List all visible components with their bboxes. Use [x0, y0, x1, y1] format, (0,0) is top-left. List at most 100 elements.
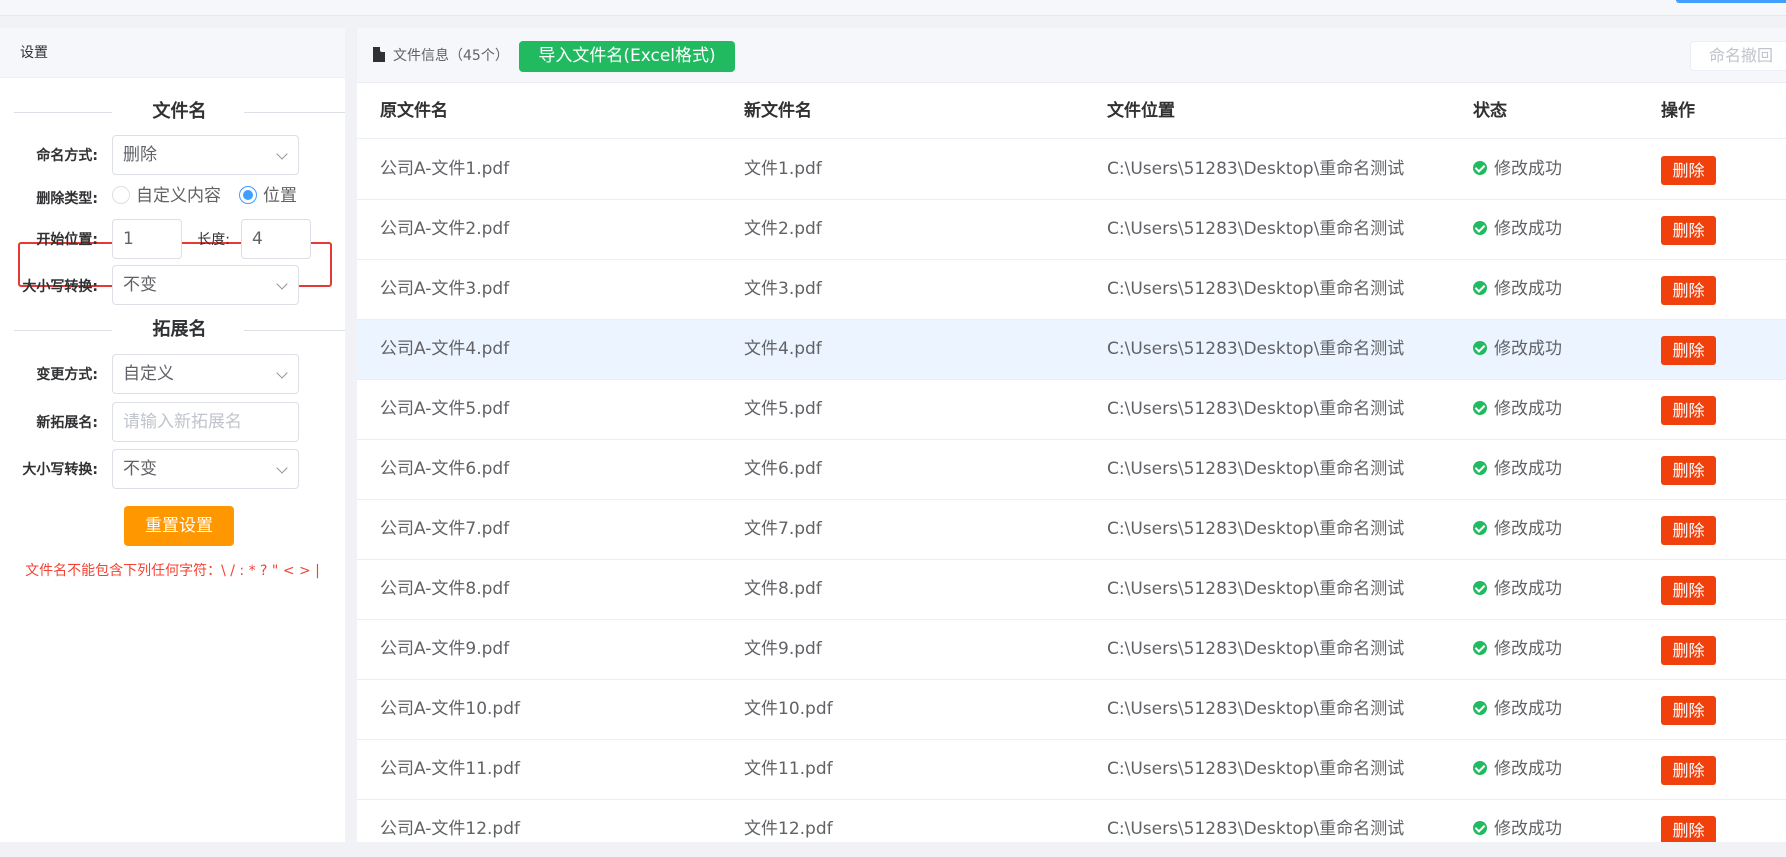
check-circle-icon — [1473, 461, 1487, 475]
check-circle-icon — [1473, 701, 1487, 715]
original-name-cell: 公司A-文件12.pdf — [380, 819, 520, 839]
radio-circle-icon — [112, 186, 130, 204]
table-row[interactable]: 公司A-文件1.pdf 文件1.pdf C:\Users\51283\Desktop… — [357, 140, 1786, 200]
new-ext-input[interactable]: 请输入新拓展名 — [112, 402, 299, 442]
status-text: 修改成功 — [1494, 159, 1562, 179]
location-cell: C:\Users\51283\Desktop\重命名测试 — [1107, 459, 1405, 479]
status-cell: 修改成功 — [1473, 620, 1562, 679]
table-row[interactable]: 公司A-文件4.pdf 文件4.pdf C:\Users\51283\Desktop… — [357, 320, 1786, 380]
new-name-cell: 文件11.pdf — [744, 759, 833, 779]
location-cell: C:\Users\51283\Desktop\重命名测试 — [1107, 279, 1405, 299]
start-position-input[interactable]: 1 — [112, 219, 182, 259]
original-name-cell: 公司A-文件9.pdf — [380, 639, 510, 659]
status-cell: 修改成功 — [1473, 800, 1562, 842]
col-status[interactable]: 状态 — [1473, 83, 1507, 139]
delete-button[interactable]: 删除 — [1661, 696, 1716, 725]
col-action[interactable]: 操作 — [1661, 83, 1695, 139]
status-cell: 修改成功 — [1473, 500, 1562, 559]
delete-button[interactable]: 删除 — [1661, 636, 1716, 665]
check-circle-icon — [1473, 281, 1487, 295]
location-cell: C:\Users\51283\Desktop\重命名测试 — [1107, 339, 1405, 359]
table-row[interactable]: 公司A-文件6.pdf 文件6.pdf C:\Users\51283\Desktop… — [357, 440, 1786, 500]
delete-button[interactable]: 删除 — [1661, 516, 1716, 545]
original-name-cell: 公司A-文件3.pdf — [380, 279, 510, 299]
naming-mode-select[interactable]: 删除 — [112, 135, 299, 175]
length-input[interactable]: 4 — [241, 219, 311, 259]
table-row[interactable]: 公司A-文件10.pdf 文件10.pdf C:\Users\51283\Deskt… — [357, 680, 1786, 740]
table-row[interactable]: 公司A-文件9.pdf 文件9.pdf C:\Users\51283\Desktop… — [357, 620, 1786, 680]
new-name-cell: 文件3.pdf — [744, 279, 822, 299]
change-mode-select[interactable]: 自定义 — [112, 354, 299, 394]
document-icon — [373, 47, 385, 62]
status-cell: 修改成功 — [1473, 440, 1562, 499]
table-row[interactable]: 公司A-文件3.pdf 文件3.pdf C:\Users\51283\Desktop… — [357, 260, 1786, 320]
import-excel-button[interactable]: 导入文件名(Excel格式) — [519, 41, 735, 72]
original-name-cell: 公司A-文件4.pdf — [380, 339, 510, 359]
status-text: 修改成功 — [1494, 279, 1562, 299]
case-value: 不变 — [123, 275, 157, 295]
col-location[interactable]: 文件位置 — [1107, 83, 1175, 139]
table-row[interactable]: 公司A-文件7.pdf 文件7.pdf C:\Users\51283\Desktop… — [357, 500, 1786, 560]
radio-custom-content[interactable]: 自定义内容 — [112, 186, 221, 206]
radio-label: 自定义内容 — [136, 186, 221, 206]
ext-section-label: 拓展名 — [152, 319, 207, 340]
reset-button[interactable]: 重置设置 — [124, 506, 234, 546]
status-cell: 修改成功 — [1473, 140, 1562, 199]
new-name-cell: 文件9.pdf — [744, 639, 822, 659]
delete-button[interactable]: 删除 — [1661, 156, 1716, 185]
naming-mode-value: 删除 — [123, 145, 157, 165]
undo-rename-button[interactable]: 命名撤回 — [1690, 41, 1786, 71]
table-row[interactable]: 公司A-文件2.pdf 文件2.pdf C:\Users\51283\Desktop… — [357, 200, 1786, 260]
delete-button[interactable]: 删除 — [1661, 756, 1716, 785]
naming-mode-label: 命名方式: — [36, 148, 98, 164]
status-cell: 修改成功 — [1473, 740, 1562, 799]
check-circle-icon — [1473, 581, 1487, 595]
new-name-cell: 文件5.pdf — [744, 399, 822, 419]
file-panel-header: 文件信息（45个） 导入文件名(Excel格式) 命名撤回 — [357, 28, 1786, 83]
status-text: 修改成功 — [1494, 339, 1562, 359]
status-text: 修改成功 — [1494, 699, 1562, 719]
delete-button[interactable]: 删除 — [1661, 396, 1716, 425]
delete-button[interactable]: 删除 — [1661, 816, 1716, 842]
case-label: 大小写转换: — [22, 279, 98, 295]
case-select[interactable]: 不变 — [112, 265, 299, 305]
status-text: 修改成功 — [1494, 579, 1562, 599]
change-mode-label: 变更方式: — [36, 367, 98, 383]
original-name-cell: 公司A-文件6.pdf — [380, 459, 510, 479]
col-new-name[interactable]: 新文件名 — [744, 83, 812, 139]
radio-checked-icon — [239, 186, 257, 204]
col-original-name[interactable]: 原文件名 — [380, 83, 448, 139]
table-row[interactable]: 公司A-文件8.pdf 文件8.pdf C:\Users\51283\Desktop… — [357, 560, 1786, 620]
check-circle-icon — [1473, 401, 1487, 415]
ext-case-select[interactable]: 不变 — [112, 449, 299, 489]
settings-title: 设置 — [0, 28, 345, 78]
location-cell: C:\Users\51283\Desktop\重命名测试 — [1107, 399, 1405, 419]
radio-label: 位置 — [263, 186, 297, 206]
file-info-label: 文件信息（45个） — [393, 48, 509, 64]
table-row[interactable]: 公司A-文件5.pdf 文件5.pdf C:\Users\51283\Desktop… — [357, 380, 1786, 440]
original-name-cell: 公司A-文件5.pdf — [380, 399, 510, 419]
new-ext-label: 新拓展名: — [36, 415, 98, 431]
location-cell: C:\Users\51283\Desktop\重命名测试 — [1107, 819, 1405, 839]
delete-button[interactable]: 删除 — [1661, 456, 1716, 485]
location-cell: C:\Users\51283\Desktop\重命名测试 — [1107, 759, 1405, 779]
delete-button[interactable]: 删除 — [1661, 576, 1716, 605]
new-name-cell: 文件2.pdf — [744, 219, 822, 239]
new-name-cell: 文件10.pdf — [744, 699, 833, 719]
radio-position[interactable]: 位置 — [239, 186, 297, 206]
ext-case-value: 不变 — [123, 459, 157, 479]
new-name-cell: 文件8.pdf — [744, 579, 822, 599]
filename-warning: 文件名不能包含下列任何字符：\ / : * ? " < > | — [25, 563, 320, 579]
location-cell: C:\Users\51283\Desktop\重命名测试 — [1107, 159, 1405, 179]
check-circle-icon — [1473, 821, 1487, 835]
delete-button[interactable]: 删除 — [1661, 336, 1716, 365]
delete-button[interactable]: 删除 — [1661, 216, 1716, 245]
original-name-cell: 公司A-文件1.pdf — [380, 159, 510, 179]
delete-button[interactable]: 删除 — [1661, 276, 1716, 305]
file-table-body: 公司A-文件1.pdf 文件1.pdf C:\Users\51283\Desktop… — [357, 140, 1786, 842]
table-row[interactable]: 公司A-文件11.pdf 文件11.pdf C:\Users\51283\Deskt… — [357, 740, 1786, 800]
original-name-cell: 公司A-文件7.pdf — [380, 519, 510, 539]
check-circle-icon — [1473, 221, 1487, 235]
table-row[interactable]: 公司A-文件12.pdf 文件12.pdf C:\Users\51283\Deskt… — [357, 800, 1786, 842]
status-text: 修改成功 — [1494, 639, 1562, 659]
